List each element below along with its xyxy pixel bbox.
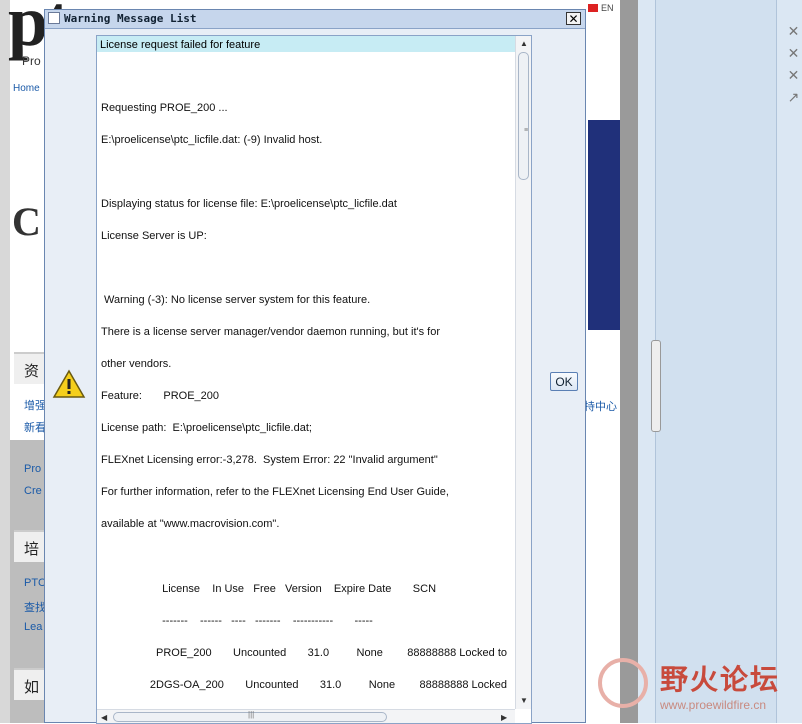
license-table-row: PROE_200 Uncounted 31.0 None 88888888 Lo… bbox=[101, 647, 508, 659]
nav-item[interactable]: Pro bbox=[22, 54, 41, 68]
product-image bbox=[588, 120, 620, 330]
tool-icon[interactable]: ↗ bbox=[785, 86, 802, 108]
scroll-right-icon[interactable]: ▶ bbox=[501, 713, 507, 722]
tool-icon[interactable]: ✕ bbox=[785, 64, 802, 86]
close-button[interactable]: ✕ bbox=[566, 12, 581, 25]
message-headline: License request failed for feature bbox=[97, 36, 515, 52]
ok-button[interactable]: OK bbox=[550, 372, 578, 391]
dialog-title: Warning Message List bbox=[64, 12, 197, 25]
license-table-row: 2DGS-OA_200 Uncounted 31.0 None 88888888… bbox=[101, 679, 508, 691]
message-line: Requesting PROE_200 ... bbox=[101, 102, 228, 114]
watermark-url: www.proewildfire.cn bbox=[660, 698, 767, 712]
message-line: Displaying status for license file: E:\p… bbox=[101, 198, 397, 210]
message-line: FLEXnet Licensing error:-3,278. System E… bbox=[101, 454, 438, 466]
message-line: License Server is UP: bbox=[101, 230, 207, 242]
vertical-scrollbar[interactable]: ▲ ≡ ▼ bbox=[515, 36, 531, 709]
scroll-up-icon[interactable]: ▲ bbox=[520, 39, 528, 48]
license-table-divider: ------- ------ ---- ------- ----------- … bbox=[101, 615, 373, 627]
watermark-logo-icon bbox=[598, 658, 648, 708]
scroll-down-icon[interactable]: ▼ bbox=[520, 696, 528, 705]
forum-watermark: 野火论坛 www.proewildfire.cn bbox=[592, 652, 802, 723]
grip-icon: ≡ bbox=[524, 127, 529, 134]
resource-link-5[interactable]: Cre bbox=[24, 485, 42, 497]
side-panel-inner bbox=[655, 0, 777, 723]
resource-link-4[interactable]: Pro bbox=[24, 463, 41, 475]
vertical-scroll-thumb[interactable]: ≡ bbox=[518, 52, 529, 180]
message-line: For further information, refer to the FL… bbox=[101, 486, 449, 498]
resource-link-1[interactable]: 增强 bbox=[24, 397, 46, 413]
resource-link-2[interactable]: 新看 bbox=[24, 419, 46, 435]
training-link-2[interactable]: 查找 bbox=[24, 599, 46, 615]
horizontal-scroll-thumb[interactable]: ||| bbox=[113, 710, 387, 722]
window-scrollbar[interactable] bbox=[620, 0, 638, 723]
window-icon bbox=[48, 12, 60, 24]
dialog-titlebar[interactable]: Warning Message List ✕ bbox=[45, 10, 585, 29]
message-line: There is a license server manager/vendor… bbox=[101, 326, 440, 338]
message-line: Feature: PROE_200 bbox=[101, 390, 220, 402]
message-line: Warning (-3): No license server system f… bbox=[101, 294, 371, 306]
home-link[interactable]: Home bbox=[13, 83, 40, 94]
training-link-3[interactable]: Lea bbox=[24, 621, 42, 633]
panel-splitter-handle[interactable] bbox=[651, 340, 661, 432]
warning-message-dialog: Warning Message List ✕ License request f… bbox=[44, 9, 586, 724]
left-strip bbox=[0, 0, 10, 723]
horizontal-scrollbar[interactable]: ◀ ||| ▶ bbox=[97, 709, 515, 723]
scroll-left-icon[interactable]: ◀ bbox=[101, 713, 107, 722]
license-table-header: License In Use Free Version Expire Date … bbox=[101, 583, 437, 595]
language-link[interactable]: EN bbox=[601, 3, 614, 13]
watermark-title: 野火论坛 bbox=[660, 664, 781, 695]
tool-icon[interactable]: ✕ bbox=[785, 20, 802, 42]
china-flag-icon[interactable] bbox=[588, 4, 598, 12]
grip-icon: ||| bbox=[248, 710, 255, 719]
warning-icon bbox=[52, 369, 86, 398]
page-heading-fragment: C bbox=[12, 199, 41, 244]
support-center-link[interactable]: 持中心 bbox=[584, 398, 617, 414]
message-line: available at "www.macrovision.com". bbox=[101, 518, 280, 530]
toolbar-strip: ✕ ✕ ✕ ↗ bbox=[785, 20, 802, 130]
training-link-1[interactable]: PTC bbox=[24, 577, 46, 589]
message-line: License path: E:\proelicense\ptc_licfile… bbox=[101, 422, 312, 434]
tool-icon[interactable]: ✕ bbox=[785, 42, 802, 64]
message-line: other vendors. bbox=[101, 358, 172, 370]
message-line: E:\proelicense\ptc_licfile.dat: (-9) Inv… bbox=[101, 134, 323, 146]
message-list[interactable]: License request failed for feature Reque… bbox=[96, 35, 532, 724]
